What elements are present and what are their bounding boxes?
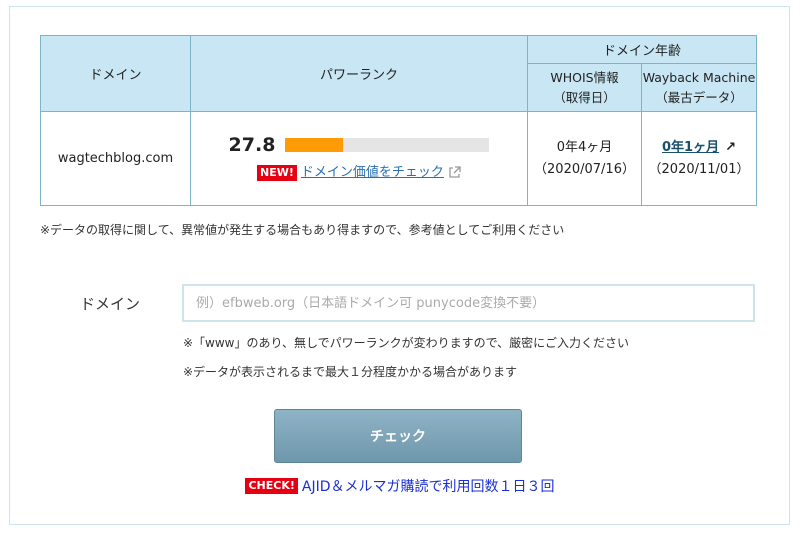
domain-cell: wagtechblog.com bbox=[40, 111, 191, 206]
promo-line: CHECK! AJID＆メルマガ購読で利用回数１日３回 bbox=[0, 476, 800, 496]
ajid-promo-link[interactable]: AJID＆メルマガ購読で利用回数１日３回 bbox=[302, 476, 555, 496]
power-rank-value: 27.8 bbox=[228, 133, 276, 156]
header-domain-age: ドメイン年齢 bbox=[526, 35, 758, 64]
header-wayback: Wayback Machine （最古データ） bbox=[640, 63, 758, 112]
new-badge: NEW! bbox=[257, 164, 297, 181]
whois-age: 0年4ヶ月 bbox=[556, 139, 613, 155]
header-wayback-title: Wayback Machine bbox=[642, 69, 756, 85]
table-row: wagtechblog.com 27.8 NEW! ドメイン価値をチェック 0年… bbox=[40, 111, 758, 206]
header-whois: WHOIS情報 （取得日） bbox=[527, 63, 642, 112]
power-rank-cell: 27.8 NEW! ドメイン価値をチェック bbox=[190, 111, 528, 206]
wayback-cell: 0年1ヶ月 ↗ （2020/11/01） bbox=[640, 111, 758, 206]
whois-cell: 0年4ヶ月 （2020/07/16） bbox=[527, 111, 642, 206]
header-wayback-sub: （最古データ） bbox=[655, 89, 743, 105]
header-whois-title: WHOIS情報 bbox=[550, 69, 619, 85]
external-link-icon bbox=[448, 166, 461, 179]
www-note: ※「www」のあり、無しでパワーランクが変わりますので、厳密にご入力ください bbox=[183, 336, 629, 350]
power-rank-table: ドメイン パワーランク ドメイン年齢 WHOIS情報 （取得日） Wayback… bbox=[40, 35, 758, 206]
time-note: ※データが表示されるまで最大１分程度かかる場合があります bbox=[183, 365, 518, 379]
domain-value-link[interactable]: ドメイン価値をチェック bbox=[301, 162, 444, 184]
check-button[interactable]: チェック bbox=[274, 409, 522, 463]
power-rank-bar bbox=[285, 137, 490, 152]
power-rank-bar-fill bbox=[285, 137, 343, 152]
domain-input[interactable] bbox=[182, 284, 755, 322]
header-domain: ドメイン bbox=[40, 35, 191, 112]
wayback-age-link[interactable]: 0年1ヶ月 bbox=[662, 140, 719, 155]
header-whois-sub: （取得日） bbox=[553, 89, 616, 105]
arrow-up-right-icon: ↗ bbox=[725, 139, 736, 155]
check-badge: CHECK! bbox=[245, 478, 298, 494]
data-disclaimer-note: ※データの取得に関して、異常値が発生する場合もあり得ますので、参考値としてご利用… bbox=[40, 223, 565, 237]
whois-date: （2020/07/16） bbox=[534, 161, 635, 177]
wayback-date: （2020/11/01） bbox=[648, 161, 750, 177]
domain-field-label: ドメイン bbox=[80, 295, 141, 313]
header-power-rank: パワーランク bbox=[190, 35, 528, 112]
